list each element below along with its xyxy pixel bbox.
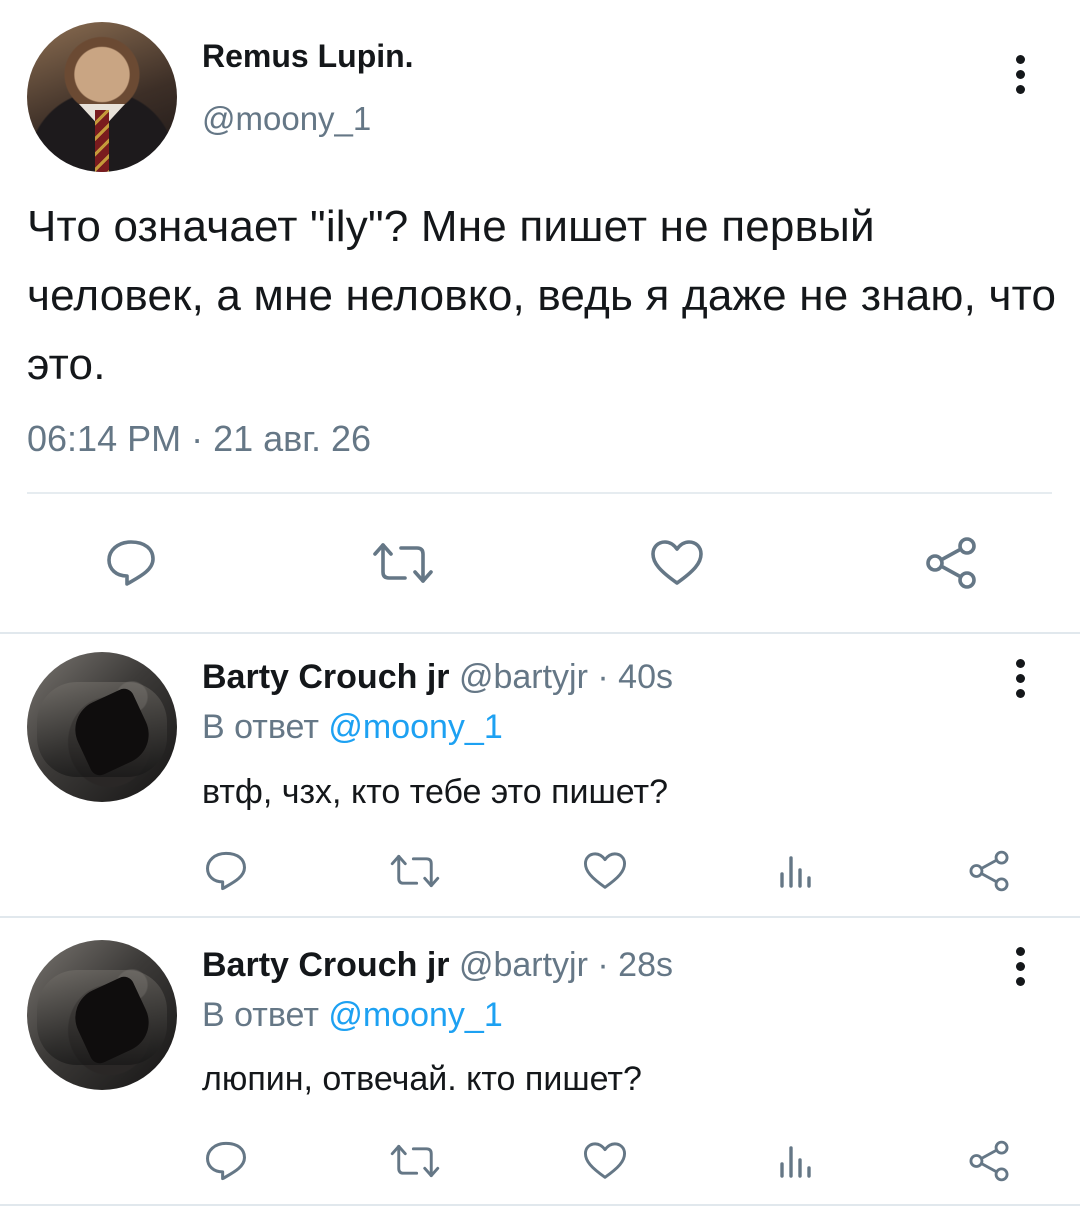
reply-author-handle[interactable]: @bartyjr	[459, 658, 588, 696]
author-handle[interactable]: @moony_1	[202, 100, 371, 138]
share-icon[interactable]	[966, 849, 1012, 893]
reply-icon[interactable]	[204, 1140, 248, 1182]
like-icon[interactable]	[583, 851, 627, 891]
author-avatar[interactable]	[27, 22, 177, 172]
reply-context: В ответ @moony_1	[202, 708, 503, 747]
author-name[interactable]: Remus Lupin.	[202, 38, 414, 75]
more-options-icon[interactable]	[1013, 659, 1027, 704]
divider	[0, 632, 1080, 634]
avatar-tie	[95, 110, 109, 172]
reply-author-name[interactable]: Barty Crouch jr	[202, 946, 450, 984]
reply-context: В ответ @moony_1	[202, 996, 503, 1035]
reply-time: · 28s	[597, 946, 673, 984]
divider	[0, 1204, 1080, 1206]
divider	[27, 492, 1052, 494]
retweet-icon[interactable]	[389, 852, 441, 890]
divider	[0, 916, 1080, 918]
tweet-text: Что означает "ily"? Мне пишет не первый …	[27, 202, 1057, 389]
reply-header: Barty Crouch jr @bartyjr · 40s	[202, 658, 673, 697]
more-options-icon[interactable]	[1013, 55, 1027, 100]
reply-mention-link[interactable]: @moony_1	[328, 996, 502, 1034]
share-icon[interactable]	[966, 1139, 1012, 1183]
analytics-icon[interactable]	[778, 1142, 814, 1178]
share-icon[interactable]	[922, 535, 980, 591]
reply-author-name[interactable]: Barty Crouch jr	[202, 658, 450, 696]
like-icon[interactable]	[583, 1141, 627, 1181]
retweet-icon[interactable]	[371, 540, 435, 586]
reply-prefix: В ответ	[202, 708, 319, 746]
reply-icon[interactable]	[204, 850, 248, 892]
reply-mention-link[interactable]: @moony_1	[328, 708, 502, 746]
reply-header: Barty Crouch jr @bartyjr · 28s	[202, 946, 673, 985]
analytics-icon[interactable]	[778, 852, 814, 888]
reply-prefix: В ответ	[202, 996, 319, 1034]
like-icon[interactable]	[650, 539, 704, 587]
more-options-icon[interactable]	[1013, 947, 1027, 992]
retweet-icon[interactable]	[389, 1142, 441, 1180]
tweet-timestamp: 06:14 PM · 21 авг. 26	[27, 418, 372, 459]
reply-text: люпин, отвечай. кто пишет?	[202, 1060, 642, 1098]
reply-author-handle[interactable]: @bartyjr	[459, 946, 588, 984]
reply-author-avatar[interactable]	[27, 652, 177, 802]
reply-time: · 40s	[597, 658, 673, 696]
reply-author-avatar[interactable]	[27, 940, 177, 1090]
reply-text: втф, чзх, кто тебе это пишет?	[202, 773, 669, 811]
reply-icon[interactable]	[105, 538, 157, 588]
